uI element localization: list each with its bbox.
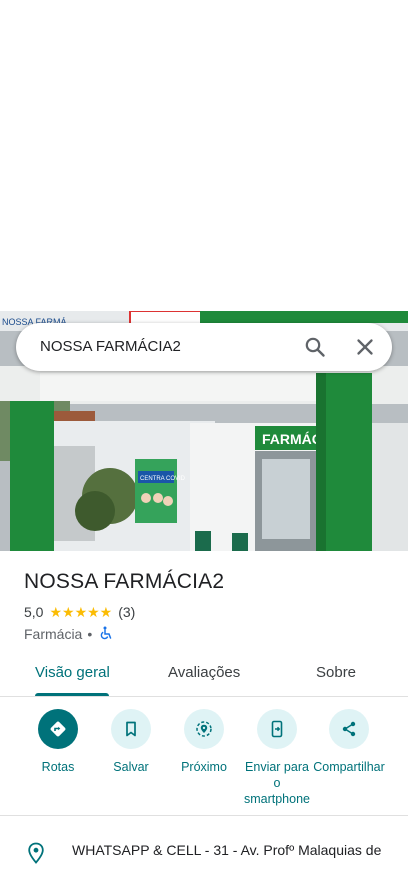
search-bar[interactable]: NOSSA FARMÁCIA2 [16, 323, 392, 371]
save-button[interactable]: Salvar [94, 709, 168, 775]
tab-about[interactable]: Sobre [316, 664, 356, 681]
place-title: NOSSA FARMÁCIA2 [24, 570, 225, 593]
directions-button[interactable]: Rotas [21, 709, 95, 775]
directions-label: Rotas [41, 760, 75, 774]
save-label: Salvar [113, 760, 149, 774]
active-tab-indicator [35, 693, 109, 696]
address-row[interactable]: WHATSAPP & CELL - 31 - Av. Profº Malaqui… [0, 830, 408, 864]
tab-bar: Visão geral Avaliações Sobre [0, 650, 408, 697]
close-icon[interactable] [353, 335, 377, 359]
share-label: Compartilhar [313, 760, 385, 774]
category-separator: • [87, 626, 93, 642]
send-to-phone-label: Enviar para o smartphone [243, 760, 310, 806]
wheelchair-icon [97, 626, 113, 643]
map-blank-area [0, 0, 408, 311]
place-category[interactable]: Farmácia [24, 626, 82, 642]
rating-row[interactable]: 5,0 ★★★★★ (3) [24, 603, 135, 621]
directions-icon [50, 721, 66, 737]
rating-value: 5,0 [24, 604, 44, 620]
nearby-label: Próximo [181, 760, 227, 774]
nearby-button[interactable]: Próximo [167, 709, 241, 775]
location-pin-icon [26, 842, 46, 869]
send-to-phone-icon [271, 720, 283, 738]
send-to-phone-button[interactable]: Enviar para o smartphone [240, 709, 314, 807]
share-icon [342, 721, 356, 737]
tab-reviews[interactable]: Avaliações [168, 664, 240, 681]
poster-text: CENTRA COVID [140, 476, 186, 482]
search-input[interactable]: NOSSA FARMÁCIA2 [40, 338, 181, 355]
action-bar: Rotas Salvar Próximo Enviar para o smart… [0, 697, 408, 816]
search-icon[interactable] [303, 335, 327, 359]
nearby-icon [196, 721, 212, 737]
share-button[interactable]: Compartilhar [312, 709, 386, 775]
address-text: WHATSAPP & CELL - 31 - Av. Profº Malaqui… [72, 842, 382, 858]
rating-stars: ★★★★★ [49, 603, 113, 620]
bookmark-icon [126, 721, 136, 737]
storefront-sign: FARMÁC [262, 431, 322, 447]
review-count[interactable]: (3) [118, 604, 135, 620]
tab-overview[interactable]: Visão geral [35, 664, 110, 681]
category-row: Farmácia • [24, 625, 113, 643]
